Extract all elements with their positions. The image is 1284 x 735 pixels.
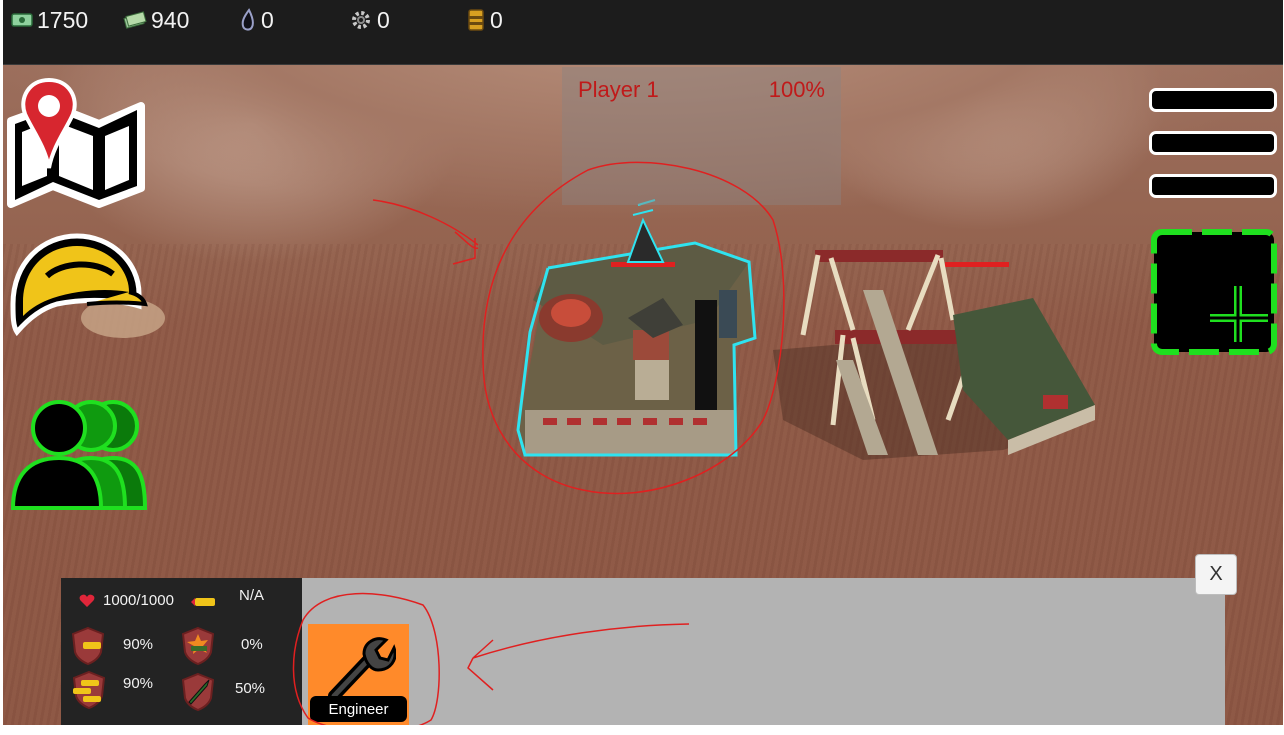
armor-bullet-value: 90%	[123, 636, 154, 653]
armor-explosion-value: 0%	[241, 636, 263, 653]
close-button[interactable]: X	[1195, 554, 1237, 595]
player-percent: 100%	[768, 77, 825, 102]
shield-multi-bullet-icon	[72, 670, 106, 710]
menu-bar-2[interactable]	[1149, 131, 1277, 155]
barrel-icon	[468, 9, 484, 31]
cash-stack-icon	[123, 11, 147, 29]
oil-value: 0	[261, 6, 274, 33]
select-add-button[interactable]	[1148, 226, 1280, 361]
unit-stats-panel: 1000/1000 N/A 90% 0% 90% 50%	[61, 578, 302, 725]
gear-icon	[352, 11, 370, 29]
resource-gear: 0	[349, 6, 390, 34]
resource-money: 1750	[11, 6, 88, 34]
armor-multi-bullet-value: 90%	[123, 675, 154, 692]
ammo-value: N/A	[239, 587, 265, 604]
heart-icon	[79, 594, 95, 607]
builder-hardhat-button[interactable]	[7, 232, 149, 345]
menu-bar-1[interactable]	[1149, 88, 1277, 112]
health-value: 1000/1000	[103, 592, 174, 609]
barrel-value: 0	[490, 6, 503, 33]
users-group-icon	[10, 400, 148, 510]
resource-oil: 0	[239, 6, 274, 34]
gear-value: 0	[377, 6, 390, 33]
command-panel	[302, 578, 1225, 725]
player-name: Player 1	[578, 77, 659, 102]
map-icon	[7, 77, 145, 208]
select-add-icon	[1151, 229, 1277, 355]
money-value: 1750	[37, 6, 89, 33]
game-viewport[interactable]: 1750 940 0 0 0 Player 1 100% 1000/1000 N…	[3, 0, 1283, 725]
shield-bullet-icon	[71, 626, 105, 666]
units-group-button[interactable]	[9, 396, 149, 516]
resource-barrel: 0	[466, 6, 503, 34]
menu-bar-3[interactable]	[1149, 174, 1277, 198]
shield-explosion-icon	[181, 626, 215, 666]
oil-drop-icon	[241, 8, 254, 31]
money-icon	[11, 13, 33, 27]
hq-building[interactable]	[516, 199, 757, 457]
cash-value: 940	[151, 6, 190, 33]
ammo-icon	[191, 598, 215, 606]
resource-bar: 1750 940 0 0 0	[3, 0, 1283, 65]
wrench-icon	[328, 637, 396, 700]
engineer-command-button[interactable]: Engineer	[308, 624, 409, 725]
player-panel: Player 1 100%	[562, 67, 841, 205]
shield-rocket-icon	[181, 672, 215, 712]
engineer-label: Engineer	[310, 696, 407, 722]
hardhat-icon	[10, 233, 148, 337]
resource-cash: 940	[123, 6, 189, 34]
armor-rocket-value: 50%	[235, 680, 266, 697]
map-button[interactable]	[7, 76, 147, 216]
